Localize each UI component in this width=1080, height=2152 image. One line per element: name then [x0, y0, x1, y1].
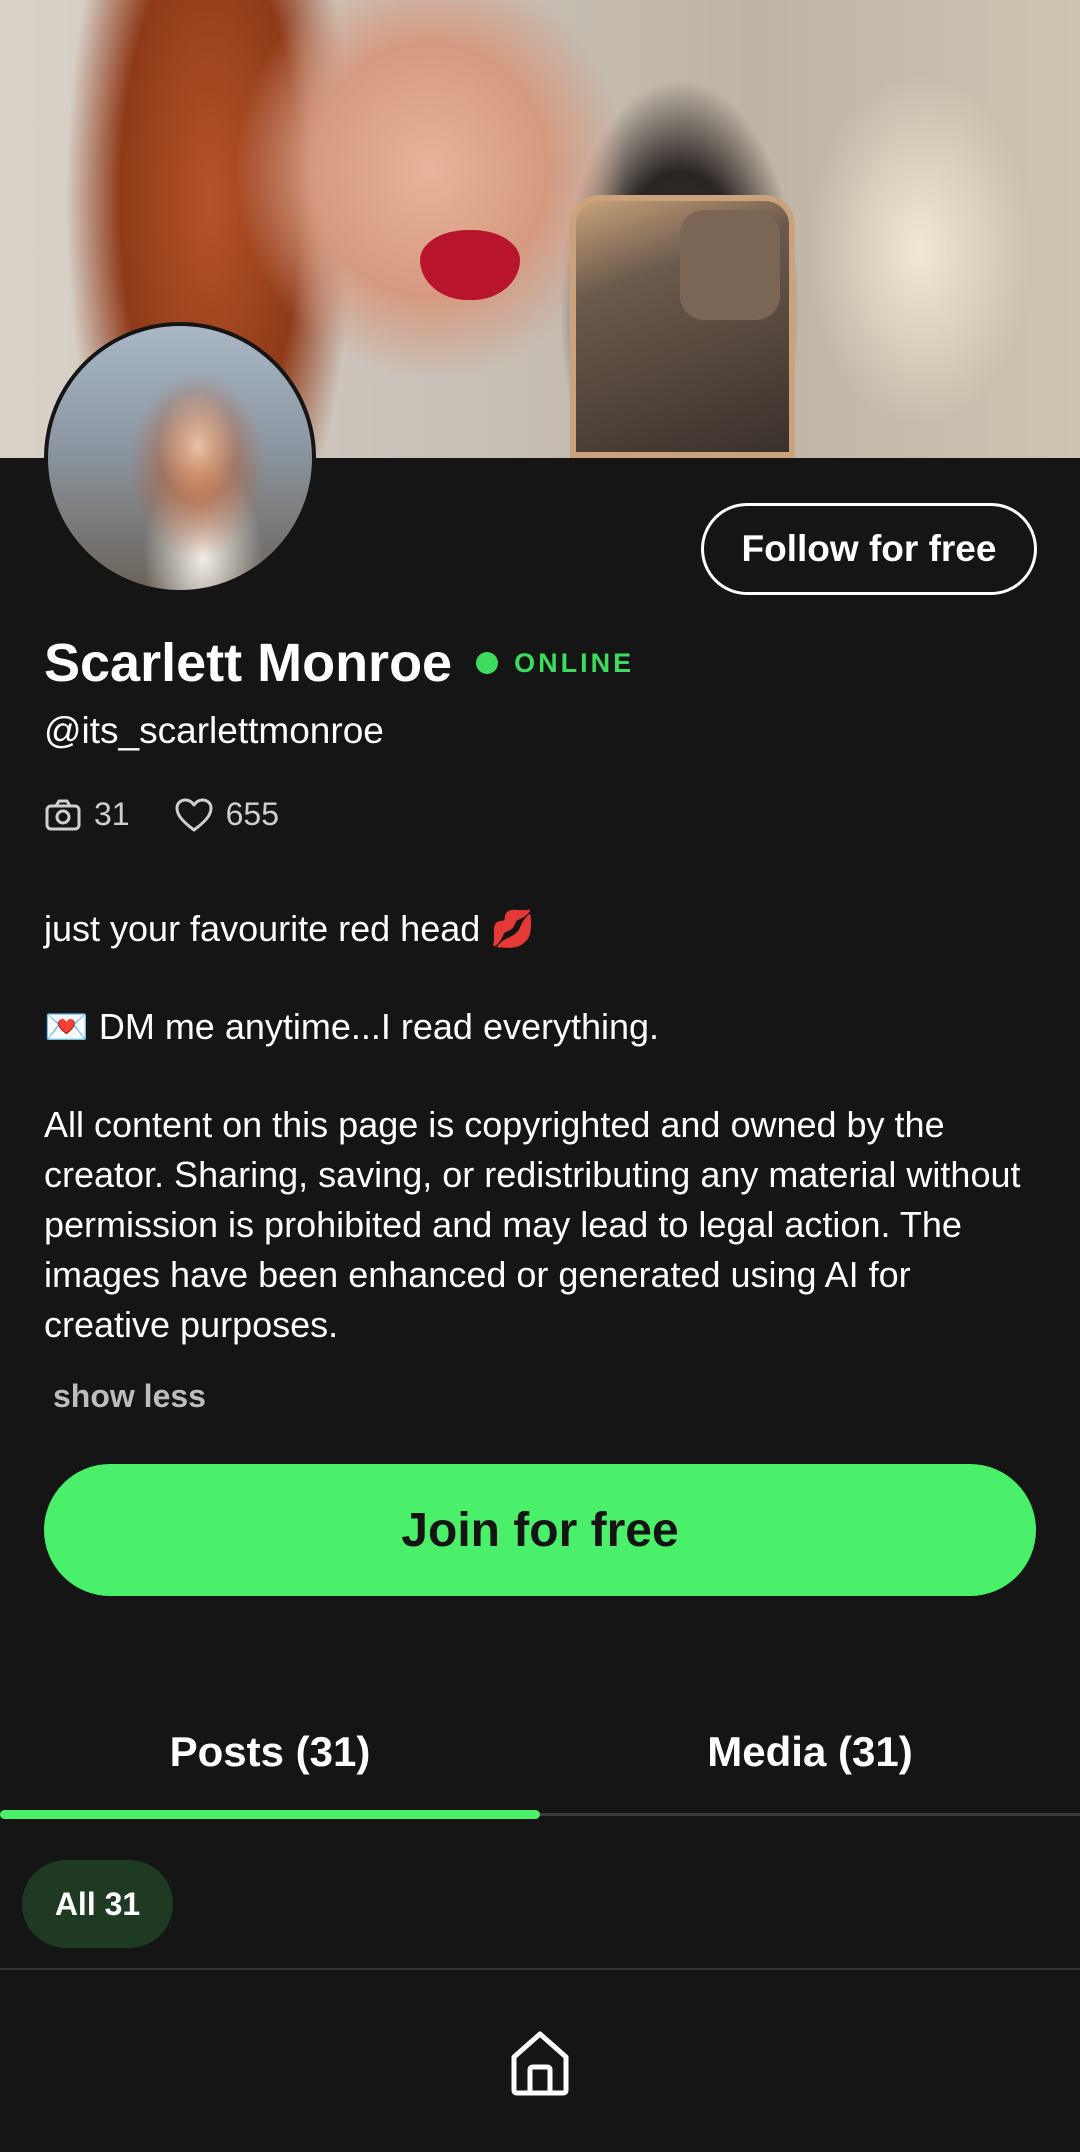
profile-bio: just your favourite red head 💋 💌 DM me a… [44, 904, 1044, 1350]
cover-photo-phone-camera [680, 210, 780, 320]
join-button[interactable]: Join for free [44, 1464, 1036, 1596]
profile-name: Scarlett Monroe [44, 633, 453, 693]
home-icon[interactable] [509, 2030, 571, 2096]
photos-count: 31 [94, 796, 130, 832]
active-tab-indicator [0, 1810, 540, 1819]
profile-avatar[interactable] [44, 322, 316, 594]
photos-stat: 31 [44, 796, 130, 833]
content-tabs: Posts (31) Media (31) [0, 1700, 1080, 1819]
camera-icon [45, 799, 81, 830]
bio-line: 💌 DM me anytime...I read everything. [44, 1006, 660, 1047]
show-less-link[interactable]: show less [53, 1378, 206, 1415]
online-status-dot [476, 652, 499, 674]
likes-stat: 655 [174, 796, 279, 833]
bottom-nav [0, 1968, 1080, 2152]
tab-media[interactable]: Media (31) [540, 1700, 1080, 1804]
follow-button[interactable]: Follow for free [701, 503, 1037, 595]
profile-name-row: Scarlett Monroe ONLINE [44, 632, 634, 694]
filter-chip-all[interactable]: All 31 [22, 1860, 173, 1948]
tab-posts[interactable]: Posts (31) [0, 1700, 540, 1804]
bio-disclaimer: All content on this page is copyrighted … [44, 1104, 1021, 1345]
online-status-label: ONLINE [514, 647, 635, 678]
heart-icon [175, 798, 213, 831]
likes-count: 655 [225, 796, 279, 832]
profile-handle: @its_scarlettmonroe [44, 710, 384, 751]
profile-stats: 31 655 [44, 796, 279, 833]
cover-photo-lips [420, 230, 520, 300]
bio-line: just your favourite red head 💋 [44, 908, 536, 949]
